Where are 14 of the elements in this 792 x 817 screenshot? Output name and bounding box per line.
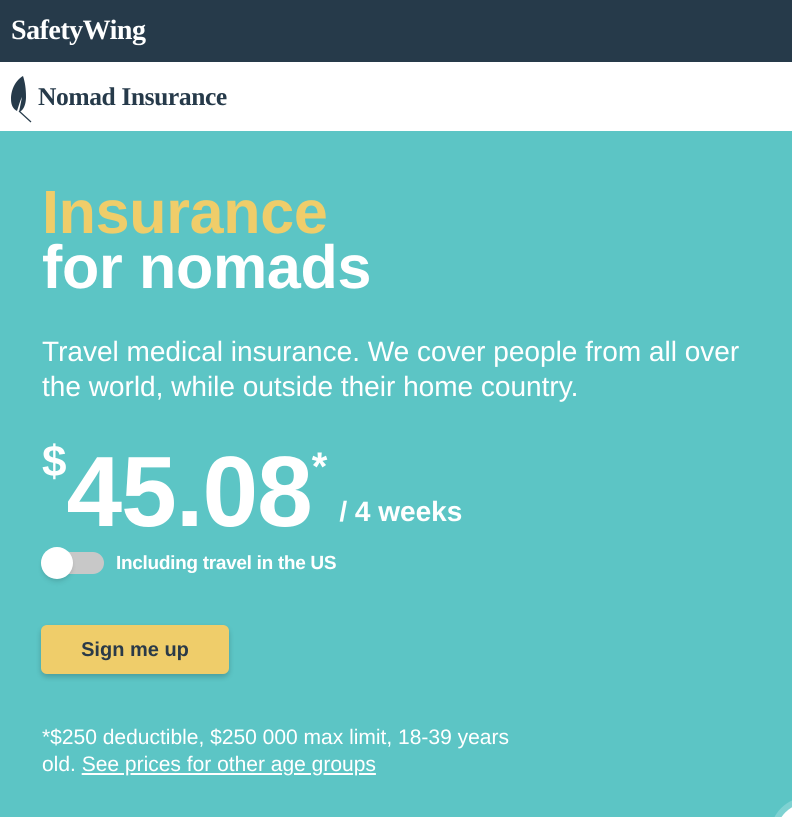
hero-title: Insurance	[42, 185, 328, 240]
currency-symbol: $	[42, 440, 66, 484]
price-period: / 4 weeks	[339, 498, 462, 526]
hero-title: for nomads	[42, 240, 372, 295]
sign-up-button[interactable]: Sign me up	[41, 625, 229, 674]
toggle-switch[interactable]	[41, 547, 104, 579]
feather-icon	[10, 74, 34, 122]
brand-logo[interactable]: SafetyWing	[11, 17, 146, 45]
footnote: *$250 deductible, $250 000 max limit, 18-39 years old. See prices for other age groups	[42, 725, 510, 778]
footnote-mark: *	[312, 447, 328, 487]
toggle-label: Including travel in the US	[116, 554, 336, 572]
price-amount: 45.08	[66, 442, 312, 542]
product-name[interactable]: Nomad Insurance	[38, 84, 227, 110]
description: Travel medical insurance. We cover people from all over the world, while outside their home country.	[42, 335, 740, 404]
